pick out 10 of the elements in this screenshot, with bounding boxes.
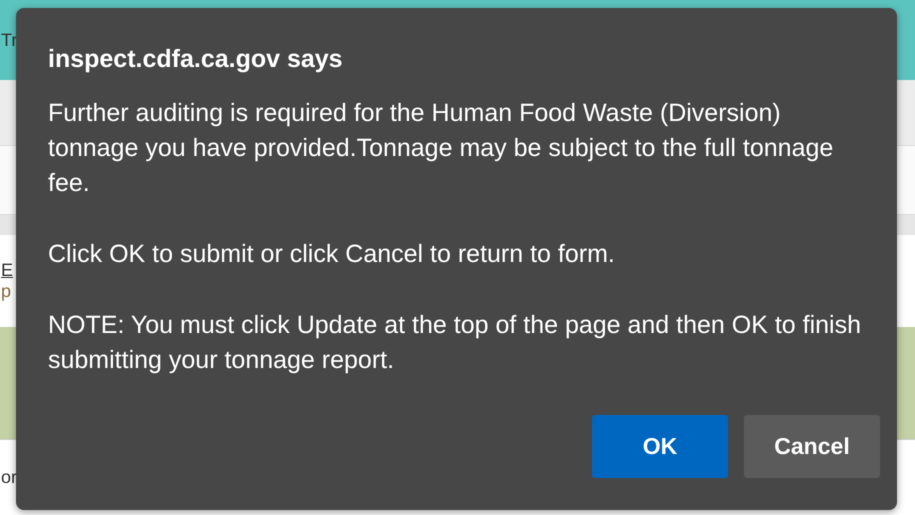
page-text: p — [0, 281, 12, 302]
message-text: Further auditing is required for the Human Food Waste (Diversion) tonnage you have provided.Tonnage may be subject to the full tonnage fee. — [48, 98, 834, 199]
message-text: NOTE: You must click Update at the top of the page and then OK to finish submitting your tonnage report. — [48, 310, 862, 376]
page-text: or — [0, 467, 18, 488]
ok-button[interactable]: OK — [592, 415, 728, 478]
header-text: Tr — [0, 30, 18, 50]
message-text: Click OK to submit or click Cancel to return to form. — [48, 239, 616, 270]
page-link[interactable]: E — [0, 260, 14, 281]
cancel-button[interactable]: Cancel — [744, 415, 880, 478]
dialog-title: inspect.cdfa.ca.gov says — [48, 44, 344, 74]
